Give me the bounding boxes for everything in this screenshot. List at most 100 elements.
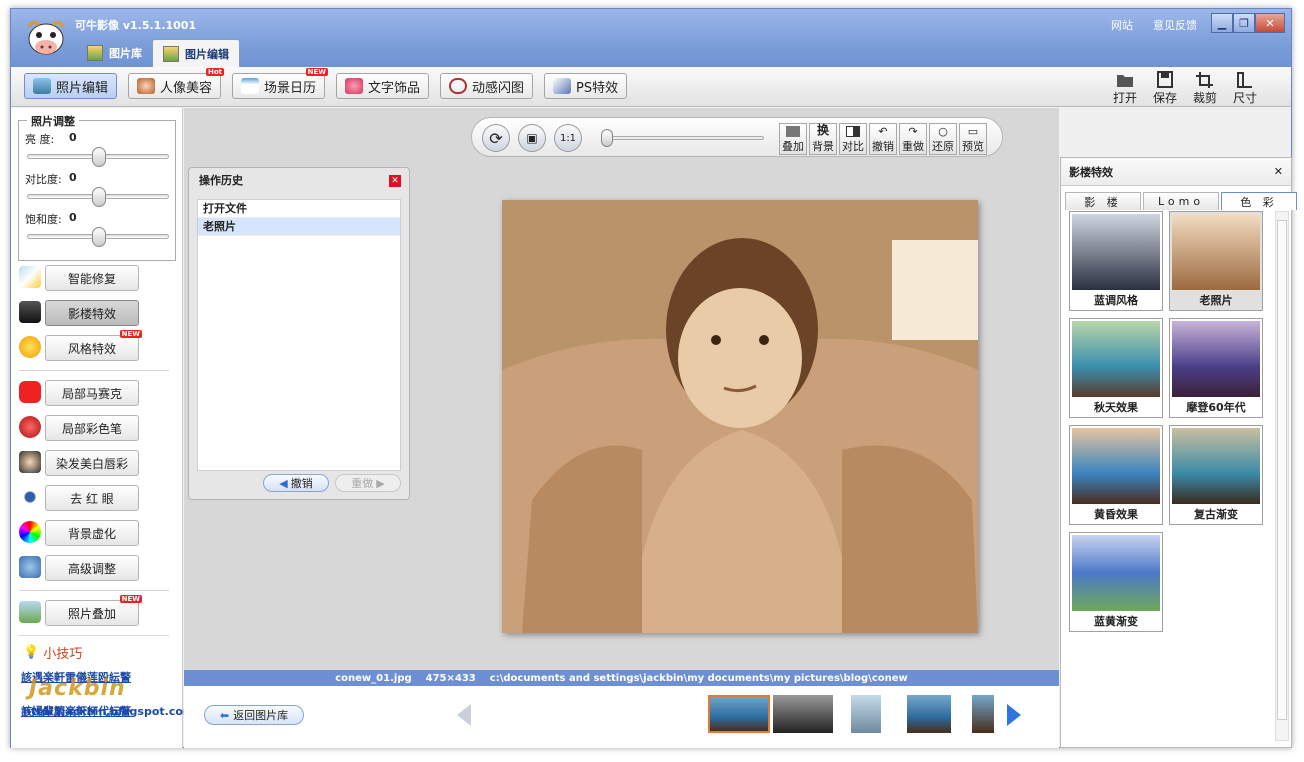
face-icon bbox=[137, 78, 155, 94]
swap-background-button[interactable]: 换背景 bbox=[809, 123, 837, 155]
slider-thumb[interactable] bbox=[92, 147, 106, 167]
folder-icon bbox=[1117, 75, 1133, 87]
ps-effects-button[interactable]: PS特效 bbox=[544, 73, 628, 99]
zoom-slider[interactable] bbox=[601, 129, 764, 147]
button-label: 风格特效 bbox=[67, 341, 116, 356]
photo-overlay-button[interactable]: 照片叠加 NEW bbox=[45, 595, 142, 626]
effect-label: 黄昏效果 bbox=[1094, 508, 1138, 521]
film-thumbnail[interactable] bbox=[708, 695, 770, 733]
scene-calendar-button[interactable]: 场景日历 NEW bbox=[232, 68, 329, 99]
prev-arrow-icon[interactable] bbox=[457, 704, 471, 726]
film-thumbnail[interactable] bbox=[972, 695, 994, 733]
photo-overlay-icon bbox=[19, 601, 41, 623]
history-close-icon[interactable]: ✕ bbox=[389, 175, 401, 187]
local-mosaic-button[interactable]: 局部马赛克 bbox=[45, 380, 139, 406]
actual-size-button[interactable]: 1:1 bbox=[554, 124, 582, 152]
compare-icon bbox=[846, 126, 860, 137]
forward-arrow-icon: ▶ bbox=[376, 476, 385, 490]
film-thumbnail[interactable] bbox=[907, 695, 951, 733]
effects-panel: 影楼特效 ✕ 影 楼 Lomo 色 彩 蓝调风格 老照片 秋天效果 摩登60年代 … bbox=[1060, 157, 1297, 748]
effect-autumn[interactable]: 秋天效果 bbox=[1069, 318, 1163, 418]
effect-old-photo[interactable]: 老照片 bbox=[1169, 211, 1263, 311]
back-arrow-icon: ⬅ bbox=[219, 708, 230, 722]
crop-label: 裁剪 bbox=[1192, 91, 1217, 105]
lightbulb-icon: 💡 bbox=[23, 645, 40, 660]
apple-icon bbox=[19, 416, 41, 438]
history-item[interactable]: 打开文件 bbox=[198, 200, 400, 218]
open-button[interactable]: 打开 bbox=[1108, 71, 1142, 106]
effect-blue-yellow[interactable]: 蓝黄渐变 bbox=[1069, 532, 1163, 632]
new-badge: NEW bbox=[119, 330, 142, 338]
contrast-slider[interactable] bbox=[27, 187, 169, 207]
monitor-icon: ▣ bbox=[526, 131, 538, 145]
hair-skin-lip-button[interactable]: 染发美白唇彩 bbox=[45, 450, 139, 476]
overlay-button[interactable]: 叠加 bbox=[779, 123, 807, 155]
brightness-label: 亮 度: bbox=[25, 133, 55, 146]
contrast-value: 0 bbox=[69, 171, 77, 184]
effects-scrollbar[interactable] bbox=[1275, 211, 1289, 741]
website-link[interactable]: 网站 bbox=[1111, 17, 1133, 33]
preview-button[interactable]: ▭ 预览 bbox=[959, 123, 987, 155]
text-decoration-button[interactable]: 文字饰品 bbox=[336, 73, 430, 99]
button-label: 预览 bbox=[962, 140, 984, 153]
minimize-button[interactable]: ▁ bbox=[1211, 13, 1233, 33]
slider-thumb[interactable] bbox=[92, 187, 106, 207]
portrait-beauty-button[interactable]: 人像美容 Hot bbox=[128, 68, 225, 99]
redo-button[interactable]: ↷ 重做 bbox=[899, 123, 927, 155]
advanced-adjust-button[interactable]: 高级调整 bbox=[45, 555, 139, 581]
film-thumbnail[interactable] bbox=[851, 695, 881, 733]
crop-button[interactable]: 裁剪 bbox=[1188, 71, 1222, 106]
effect-modern-60s[interactable]: 摩登60年代 bbox=[1169, 318, 1263, 418]
save-button[interactable]: 保存 bbox=[1148, 71, 1182, 106]
tab-edit[interactable]: 图片编辑 bbox=[152, 39, 240, 67]
history-item[interactable]: 老照片 bbox=[198, 218, 400, 236]
save-label: 保存 bbox=[1152, 91, 1177, 105]
photo-edit-button[interactable]: 照片编辑 bbox=[24, 73, 118, 99]
smart-repair-button[interactable]: 智能修复 bbox=[45, 265, 139, 291]
brightness-slider[interactable] bbox=[27, 147, 169, 167]
restore-button[interactable]: ○ 还原 bbox=[929, 123, 957, 155]
scrollbar-thumb[interactable] bbox=[1277, 220, 1287, 720]
next-arrow-icon[interactable] bbox=[1007, 704, 1021, 726]
filmstrip: ⬅ 返回图片库 bbox=[184, 686, 1059, 748]
button-label: 重做 bbox=[351, 477, 374, 490]
size-button[interactable]: 尺寸 bbox=[1228, 71, 1262, 106]
background-blur-button[interactable]: 背景虚化 bbox=[45, 520, 139, 546]
effect-retro-gradient[interactable]: 复古渐变 bbox=[1169, 425, 1263, 525]
zoom-thumb[interactable] bbox=[601, 129, 613, 147]
slider-thumb[interactable] bbox=[92, 227, 106, 247]
color-wheel-icon bbox=[19, 521, 41, 543]
compare-button[interactable]: 对比 bbox=[839, 123, 867, 155]
red-eye-button[interactable]: 去 红 眼 bbox=[45, 485, 139, 511]
undo-button[interactable]: ↶ 撤销 bbox=[869, 123, 897, 155]
rotate-button[interactable]: ⟳ bbox=[482, 124, 510, 152]
swap-label: 换 bbox=[816, 123, 829, 137]
feedback-link[interactable]: 意见反馈 bbox=[1153, 17, 1197, 33]
close-button[interactable]: ✕ bbox=[1255, 13, 1285, 33]
effect-dusk[interactable]: 黄昏效果 bbox=[1069, 425, 1163, 525]
history-undo-button[interactable]: ◀ 撤销 bbox=[263, 474, 329, 492]
tab-lomo[interactable]: Lomo bbox=[1143, 192, 1219, 210]
animated-flash-button[interactable]: 动感闪图 bbox=[440, 73, 534, 99]
effect-label: 复古渐变 bbox=[1194, 508, 1238, 521]
tab-color[interactable]: 色 彩 bbox=[1221, 192, 1297, 210]
close-icon[interactable]: ✕ bbox=[1274, 165, 1283, 178]
sun-icon bbox=[19, 336, 41, 358]
history-redo-button[interactable]: 重做 ▶ bbox=[335, 474, 401, 492]
tab-library[interactable]: 图片库 bbox=[77, 39, 152, 67]
studio-effects-button[interactable]: 影楼特效 bbox=[45, 300, 139, 326]
local-color-pen-button[interactable]: 局部彩色笔 bbox=[45, 415, 139, 441]
effect-thumbnail bbox=[1072, 321, 1160, 397]
film-thumbnail[interactable] bbox=[773, 695, 833, 733]
divider bbox=[19, 635, 169, 636]
style-effects-button[interactable]: 风格特效 NEW bbox=[45, 330, 142, 361]
back-to-library-button[interactable]: ⬅ 返回图片库 bbox=[204, 705, 304, 725]
saturation-slider[interactable] bbox=[27, 227, 169, 247]
maximize-button[interactable]: ❐ bbox=[1233, 13, 1255, 33]
fit-screen-button[interactable]: ▣ bbox=[518, 124, 546, 152]
tab-studio[interactable]: 影 楼 bbox=[1065, 192, 1141, 210]
effect-thumbnail bbox=[1172, 321, 1260, 397]
main-toolbar: 照片编辑 人像美容 Hot 场景日历 NEW 文字饰品 动感闪图 PS特效 打开 保… bbox=[11, 67, 1291, 107]
app-window: 可牛影像 v1.5.1.1001 图片库 图片编辑 网站 意见反馈 ▁ ❐ ✕ … bbox=[10, 8, 1297, 748]
effect-blue-tone[interactable]: 蓝调风格 bbox=[1069, 211, 1163, 311]
